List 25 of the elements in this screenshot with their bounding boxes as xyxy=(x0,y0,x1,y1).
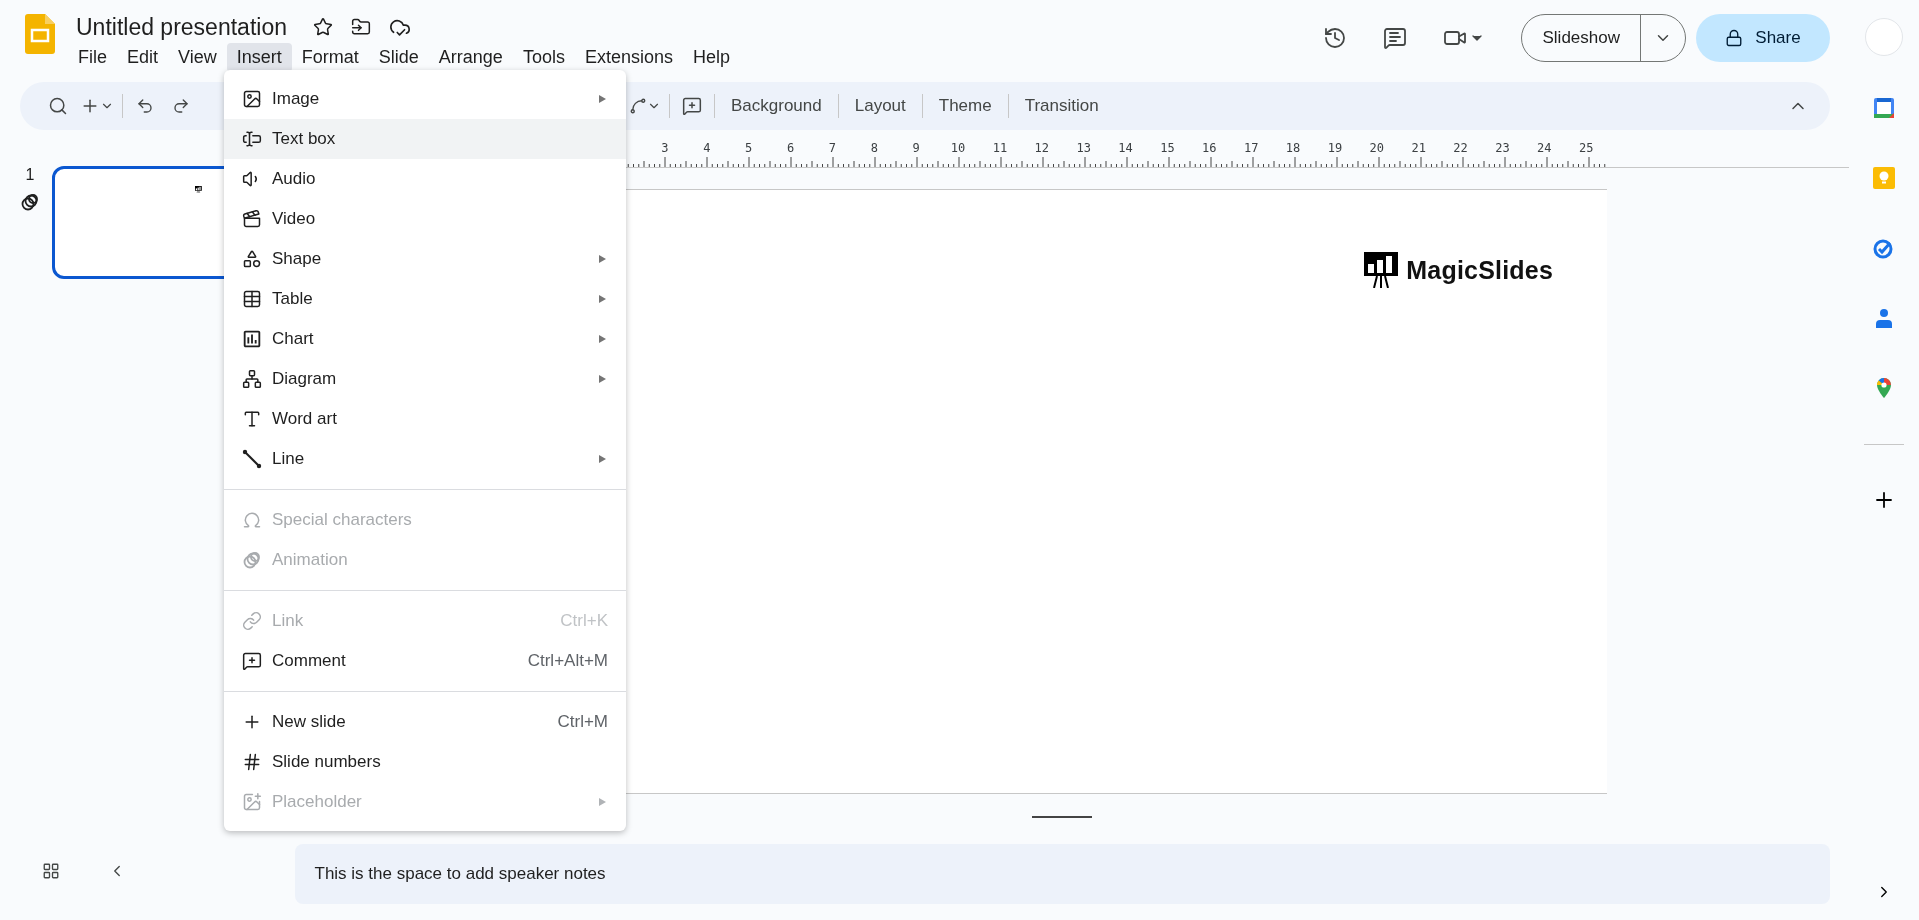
ruler-number: 15 xyxy=(1159,141,1176,155)
ruler-number: 22 xyxy=(1452,141,1469,155)
ruler-number: 9 xyxy=(911,141,921,155)
ruler-number: 8 xyxy=(869,141,879,155)
logo-text: MagicSlides xyxy=(1406,255,1553,285)
ruler-number: 23 xyxy=(1494,141,1511,155)
ruler-number: 7 xyxy=(827,141,838,155)
ruler-number: 18 xyxy=(1284,141,1302,155)
ruler-number: 20 xyxy=(1368,141,1386,155)
ruler-number: 25 xyxy=(1577,141,1595,155)
ruler-number: 14 xyxy=(1117,141,1134,155)
ruler-number: 24 xyxy=(1536,141,1553,155)
ruler-number: 21 xyxy=(1410,141,1427,155)
ruler-number: 10 xyxy=(949,141,967,155)
ruler-number: 6 xyxy=(785,141,796,155)
ruler-number: 5 xyxy=(744,141,754,155)
ruler-number: 13 xyxy=(1075,141,1092,155)
ruler-number: 12 xyxy=(1033,141,1051,155)
ruler-number: 4 xyxy=(702,141,712,155)
ruler-number: 11 xyxy=(991,141,1009,155)
ruler-number: 19 xyxy=(1326,141,1344,155)
ruler-number: 16 xyxy=(1201,141,1218,155)
ruler-number: 3 xyxy=(660,141,670,155)
ruler-number: 17 xyxy=(1242,141,1260,155)
slide-number: 1 xyxy=(25,166,35,184)
